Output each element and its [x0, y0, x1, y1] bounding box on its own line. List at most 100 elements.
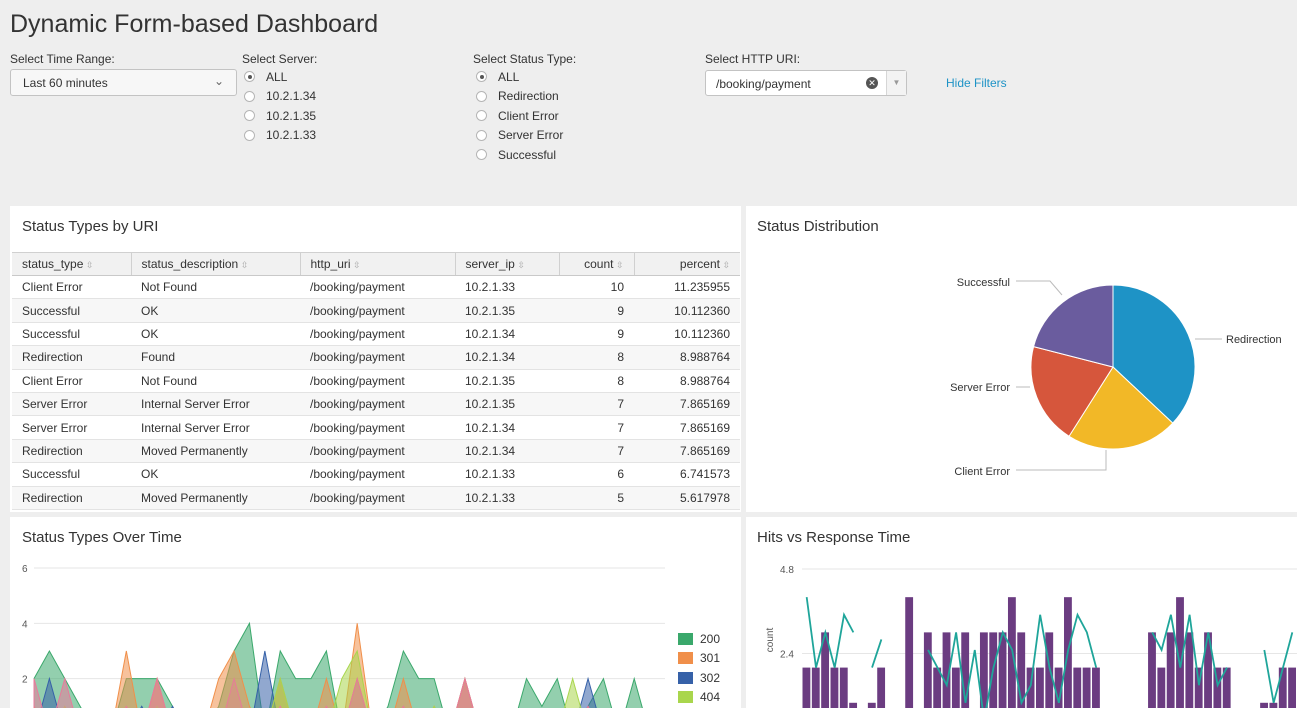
page-title: Dynamic Form-based Dashboard	[10, 10, 379, 38]
bar[interactable]	[1148, 632, 1156, 708]
bar[interactable]	[1278, 667, 1287, 708]
radio-button[interactable]	[476, 90, 487, 102]
bar[interactable]	[1288, 667, 1296, 708]
bar[interactable]	[1082, 667, 1091, 708]
server-option[interactable]: 10.2.1.33	[244, 126, 316, 146]
column-header[interactable]: status_type ⇳	[12, 252, 132, 276]
table-row[interactable]: Server Error Internal Server Error/bookin…	[12, 392, 740, 417]
legend-item[interactable]: 200	[678, 632, 720, 646]
area-chart: 6 4 2	[22, 564, 665, 708]
status-type-label: Select Status Type:	[473, 52, 577, 66]
bar[interactable]	[867, 702, 876, 708]
sort-icon[interactable]: ⇳	[613, 260, 624, 270]
table-cell: 7.865169	[634, 415, 740, 440]
bar[interactable]	[951, 667, 960, 708]
table-cell: OK	[131, 298, 300, 323]
http-uri-input[interactable]: /booking/payment ✕ ▼	[705, 70, 907, 96]
bar[interactable]	[1026, 667, 1035, 708]
table-row[interactable]: Redirection Moved Permanently/booking/pay…	[12, 486, 740, 510]
sort-icon[interactable]: ⇳	[515, 260, 525, 270]
dropdown-arrow-icon[interactable]: ▼	[886, 71, 906, 95]
bar[interactable]	[1092, 667, 1100, 708]
hide-filters-link[interactable]: Hide Filters	[946, 76, 1007, 90]
table-cell: 8.988764	[634, 369, 740, 393]
sort-icon[interactable]: ⇳	[351, 260, 361, 270]
status-type-option[interactable]: Redirection	[476, 87, 563, 107]
radio-button[interactable]	[244, 71, 255, 83]
column-header[interactable]: http_uri ⇳	[300, 252, 456, 276]
table-row[interactable]: Client Error Not Found/booking/payment 10.…	[12, 369, 740, 393]
bar[interactable]	[1073, 667, 1082, 708]
status-table-title: Status Types by URI	[22, 218, 159, 235]
bar[interactable]	[849, 702, 858, 708]
time-range-select[interactable]: Last 60 minutes ⌄	[10, 69, 237, 96]
table-cell: 10	[559, 275, 634, 300]
table-cell: /booking/payment	[300, 275, 455, 300]
server-option[interactable]: 10.2.1.34	[244, 87, 316, 107]
table-row[interactable]: Redirection Found/booking/payment 10.2.1.3…	[12, 345, 740, 370]
radio-button[interactable]	[244, 110, 255, 122]
radio-button[interactable]	[244, 129, 255, 141]
legend-item[interactable]: 302	[678, 671, 720, 685]
bar[interactable]	[811, 667, 820, 708]
legend-item[interactable]: 301	[678, 651, 720, 665]
radio-button[interactable]	[476, 129, 487, 141]
clear-icon[interactable]: ✕	[866, 77, 878, 89]
bar[interactable]	[1045, 632, 1054, 708]
legend-item[interactable]: 404	[678, 690, 720, 704]
table-row[interactable]: Successful OK/booking/payment 10.2.1.34 9 10…	[12, 322, 740, 347]
table-row[interactable]: Successful OK/booking/payment 10.2.1.33 6 6.…	[12, 462, 740, 487]
sort-icon[interactable]: ⇳	[238, 260, 249, 270]
legend-swatch	[678, 671, 693, 684]
column-header[interactable]: count ⇳	[559, 252, 635, 276]
bar[interactable]	[1035, 667, 1044, 708]
table-cell: Moved Permanently	[131, 439, 300, 464]
sort-icon[interactable]: ⇳	[720, 260, 730, 270]
column-header[interactable]: status_description ⇳	[131, 252, 301, 276]
table-cell: 10.2.1.33	[455, 462, 559, 487]
bar[interactable]	[830, 667, 839, 708]
bar[interactable]	[1213, 667, 1222, 708]
table-cell: 10.2.1.33	[455, 275, 559, 300]
radio-button[interactable]	[476, 71, 487, 83]
legend-label: 404	[700, 689, 721, 704]
table-row[interactable]: Redirection Moved Permanently/booking/pay…	[12, 439, 740, 464]
table-cell: Server Error	[12, 415, 131, 440]
bar[interactable]	[877, 667, 886, 708]
table-cell: 7	[559, 439, 634, 464]
column-header[interactable]: server_ip ⇳	[455, 252, 560, 276]
column-header[interactable]: percent ⇳	[634, 252, 740, 276]
status-table: status_type ⇳ status_description ⇳ http_ur…	[12, 252, 740, 510]
status-type-option[interactable]: Client Error	[476, 106, 563, 126]
bar[interactable]	[1166, 632, 1175, 708]
bar[interactable]	[1260, 702, 1268, 708]
server-option[interactable]: ALL	[244, 67, 316, 87]
table-cell: 10.2.1.34	[455, 415, 559, 440]
status-type-option[interactable]: Successful	[476, 145, 563, 165]
table-cell: Not Found	[131, 275, 300, 300]
status-distribution-title: Status Distribution	[757, 218, 879, 235]
sort-icon[interactable]: ⇳	[83, 260, 94, 270]
status-type-option[interactable]: ALL	[476, 67, 563, 87]
bar[interactable]	[839, 667, 848, 708]
table-cell: OK	[131, 322, 300, 347]
bar[interactable]	[802, 667, 811, 708]
bar[interactable]	[1269, 702, 1278, 708]
pie-label: Server Error	[950, 382, 1010, 394]
radio-button[interactable]	[244, 90, 255, 102]
table-row[interactable]: Client Error Not Found/booking/payment 10.…	[12, 275, 740, 300]
table-cell: OK	[131, 462, 300, 487]
status-type-option[interactable]: Server Error	[476, 126, 563, 146]
radio-button[interactable]	[476, 149, 487, 161]
bar[interactable]	[923, 632, 932, 708]
bar[interactable]	[1185, 632, 1194, 708]
bar[interactable]	[1157, 667, 1166, 708]
server-option[interactable]: 10.2.1.35	[244, 106, 316, 126]
time-range-label: Select Time Range:	[10, 52, 115, 66]
table-row[interactable]: Successful OK/booking/payment 10.2.1.35 9 10…	[12, 298, 740, 323]
status-type-option-label: ALL	[498, 69, 520, 84]
bar[interactable]	[905, 597, 914, 708]
radio-button[interactable]	[476, 110, 487, 122]
table-row[interactable]: Server Error Internal Server Error/bookin…	[12, 415, 740, 440]
y-tick-label: 6	[22, 564, 28, 575]
